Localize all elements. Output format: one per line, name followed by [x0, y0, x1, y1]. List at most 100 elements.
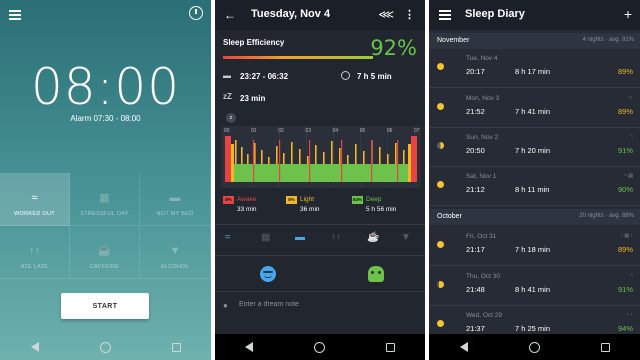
month-stat: 4 nights · avg. 91%	[582, 37, 634, 43]
deep-phase-band	[231, 164, 411, 182]
entry-duration: 8 h 41 min	[515, 285, 551, 294]
entry-date: Sat, Nov 1	[466, 173, 497, 180]
home-nav-icon[interactable]	[99, 341, 111, 353]
entry-tag-icons: ↑↑	[628, 95, 633, 101]
light-phase-spike	[355, 144, 357, 164]
light-phase-spike	[235, 140, 237, 164]
chart-hour-label: 07	[414, 128, 420, 134]
entry-efficiency: 89%	[617, 67, 633, 76]
entry-date: Sun, Nov 2	[466, 134, 499, 141]
entry-efficiency: 91%	[617, 285, 633, 294]
tag-caffeine[interactable]: ☕ CAFFEINE	[70, 226, 140, 279]
time-in-bed: 7 h 5 min	[357, 72, 392, 81]
bed-icon[interactable]: ▬	[295, 232, 305, 243]
add-icon[interactable]: +	[624, 6, 632, 22]
efficiency-label: Sleep Efficiency	[223, 38, 285, 47]
awake-phase-block	[225, 136, 231, 182]
start-button[interactable]: START	[61, 293, 149, 319]
light-phase-block	[231, 144, 234, 182]
divider	[215, 224, 425, 225]
ghost-icon[interactable]	[368, 266, 384, 282]
wine-glass-icon[interactable]: ▼	[401, 232, 411, 243]
bedtime-range: 23:27 - 06:32	[240, 72, 289, 81]
recents-nav-icon[interactable]	[171, 342, 181, 352]
home-nav-icon[interactable]	[313, 341, 325, 353]
diary-entry[interactable]: Tue, Nov 4 20:17 8 h 17 min 89%	[429, 50, 640, 88]
moon-phase-icon	[437, 241, 444, 248]
entry-date: Wed, Oct 29	[466, 312, 503, 319]
moon-phase-icon	[437, 181, 444, 188]
fork-knife-icon[interactable]: ↑↑	[331, 232, 341, 243]
month-name: October	[437, 213, 462, 220]
entry-efficiency: 89%	[617, 245, 633, 254]
menu-icon[interactable]	[439, 10, 451, 20]
sleep-detail-screen: ← Tuesday, Nov 4 ⋘ ⋮ Sleep Efficiency 92…	[215, 0, 425, 360]
chart-hour-label: 05	[359, 128, 366, 134]
tag-alcohol[interactable]: ▼ ALCOHOL	[140, 226, 211, 279]
light-phase-spike	[254, 143, 256, 164]
back-arrow-icon[interactable]: ←	[224, 9, 236, 21]
tag-stressful-day[interactable]: ▦ STRESSFUL DAY	[70, 173, 140, 226]
building-icon[interactable]: ▦	[261, 232, 270, 243]
home-nav-icon[interactable]	[528, 341, 540, 353]
building-icon: ▦	[99, 192, 110, 204]
system-nav-bar	[0, 334, 211, 360]
recents-nav-icon[interactable]	[600, 342, 610, 352]
menu-icon[interactable]	[9, 10, 21, 20]
entry-bedtime: 21:37	[466, 324, 485, 333]
entry-tag-icons: ~	[630, 134, 633, 140]
light-phase-block	[408, 144, 411, 182]
moon-phase-icon	[437, 103, 444, 110]
more-options-icon[interactable]: ⋮	[404, 8, 415, 21]
entry-tag-icons: ~	[630, 273, 633, 279]
chart-hour-label: 06	[386, 128, 393, 134]
light-phase-spike	[339, 148, 341, 164]
running-icon[interactable]: ≈	[225, 232, 231, 243]
entry-efficiency: 94%	[617, 324, 633, 333]
dream-note-input[interactable]: Enter a dream note	[239, 301, 299, 308]
bed-icon: ▬	[169, 192, 181, 204]
back-nav-icon[interactable]	[30, 342, 39, 352]
detail-title: Tuesday, Nov 4	[251, 8, 331, 20]
tag-ate-late[interactable]: ↑↑ ATE LATE	[0, 226, 70, 279]
light-phase-spike	[283, 153, 285, 164]
back-nav-icon[interactable]	[459, 342, 468, 352]
zzz-icon: zZ	[223, 92, 232, 101]
recents-nav-icon[interactable]	[385, 342, 395, 352]
back-nav-icon[interactable]	[245, 342, 254, 352]
coffee-icon[interactable]: ☕	[367, 232, 379, 243]
speech-bubble-icon: ●	[223, 301, 228, 310]
month-stat: 20 nights · avg. 88%	[579, 213, 634, 219]
detail-header: ← Tuesday, Nov 4 ⋘ ⋮	[215, 0, 425, 30]
fork-knife-icon: ↑↑	[29, 245, 40, 257]
coffee-icon: ☕	[97, 245, 112, 257]
share-icon[interactable]: ⋘	[378, 8, 394, 21]
running-icon: ≈	[31, 192, 38, 204]
awake-pct: 8%	[223, 196, 234, 204]
diary-title: Sleep Diary	[465, 8, 525, 20]
sleep-tags-grid: ≈ WORKED OUT ▦ STRESSFUL DAY ▬ NOT MY BED ↑…	[0, 173, 211, 279]
entry-bedtime: 20:50	[466, 146, 485, 155]
month-header: November 4 nights · avg. 91%	[429, 33, 640, 49]
light-phase-spike	[403, 150, 405, 164]
happy-face-icon[interactable]	[260, 266, 276, 282]
diary-entry[interactable]: Fri, Oct 31 ↑ ▤ ↑ 21:17 7 h 18 min 89%	[429, 228, 640, 266]
entry-efficiency: 89%	[617, 107, 633, 116]
tag-not-my-bed[interactable]: ▬ NOT MY BED	[140, 173, 211, 226]
alarm-time[interactable]: 08:00	[0, 58, 211, 116]
moon-phase-icon	[437, 142, 444, 149]
entry-efficiency: 91%	[617, 146, 633, 155]
light-phase-spike	[347, 155, 349, 164]
stopwatch-icon	[341, 71, 350, 80]
system-nav-bar	[215, 334, 425, 360]
entry-duration: 7 h 20 min	[515, 146, 551, 155]
chart-hour-label: 01	[251, 128, 257, 134]
alarm-clock-icon[interactable]	[189, 6, 203, 20]
tag-worked-out[interactable]: ≈ WORKED OUT	[0, 173, 70, 226]
entry-bedtime: 21:48	[466, 285, 485, 294]
diary-entry[interactable]: Thu, Oct 30 ~21:48 8 h 41 min 91%	[429, 268, 640, 306]
diary-entry[interactable]: Mon, Nov 3 ↑↑ 21:52 7 h 41 min 89%	[429, 90, 640, 128]
diary-entry[interactable]: Sun, Nov 2 ~20:50 7 h 20 min 91%	[429, 129, 640, 167]
diary-entry[interactable]: Sat, Nov 1 ~ ▤ 21:12 8 h 11 min 90%	[429, 168, 640, 206]
month-header: October 20 nights · avg. 88%	[429, 209, 640, 225]
